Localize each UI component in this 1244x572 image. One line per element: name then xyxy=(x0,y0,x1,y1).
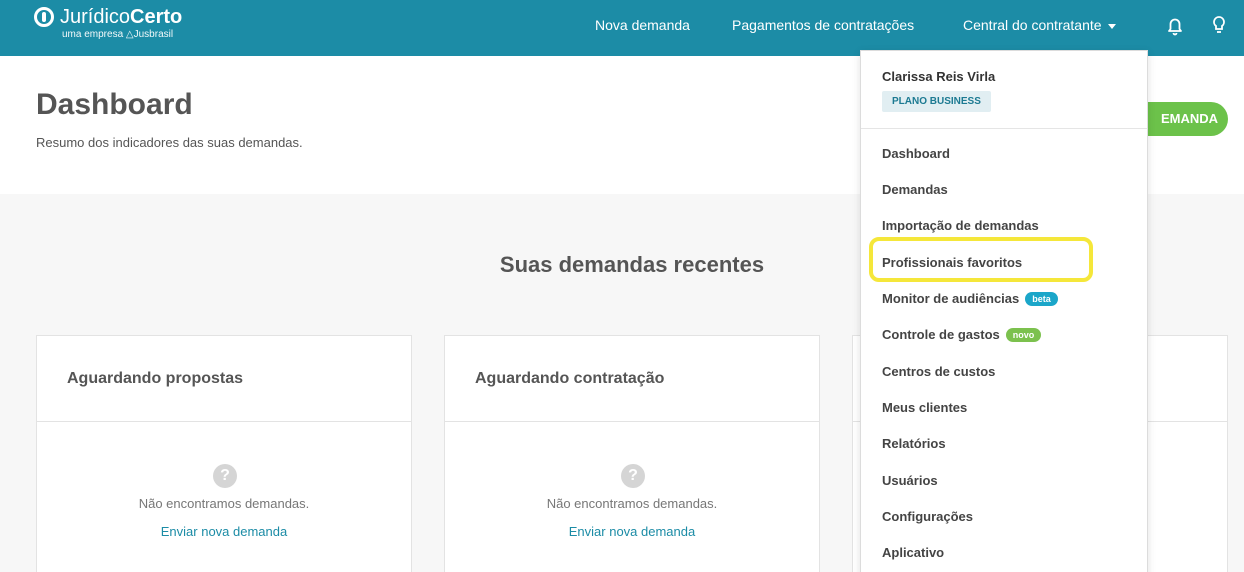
brand-name: JurídicoCerto xyxy=(60,6,183,28)
menu-item-hearings-monitor[interactable]: Monitor de audiências beta xyxy=(882,291,1058,306)
menu-item-reports[interactable]: Relatórios xyxy=(882,436,946,451)
menu-item-expense-control[interactable]: Controle de gastos novo xyxy=(882,327,1042,342)
top-navbar: JurídicoCerto uma empresa △Jusbrasil Nov… xyxy=(0,0,1244,56)
menu-item-settings[interactable]: Configurações xyxy=(882,509,973,524)
brand-tagline: uma empresa △Jusbrasil xyxy=(62,29,174,40)
brand-logo-icon xyxy=(34,7,54,27)
nav-central-label: Central do contratante xyxy=(963,17,1102,33)
page-subtitle: Resumo dos indicadores das suas demandas… xyxy=(36,135,303,150)
question-icon: ? xyxy=(621,464,645,488)
highlight-annotation xyxy=(869,237,1093,282)
menu-item-dashboard[interactable]: Dashboard xyxy=(882,146,950,161)
bell-icon[interactable] xyxy=(1163,14,1187,38)
nav-new-demand[interactable]: Nova demanda xyxy=(595,17,690,33)
menu-item-app[interactable]: Aplicativo xyxy=(882,545,944,560)
user-name: Clarissa Reis Virla xyxy=(882,69,996,84)
menu-item-label: Monitor de audiências xyxy=(882,291,1020,306)
new-badge: novo xyxy=(1005,327,1042,342)
jusbrasil-icon: △ xyxy=(125,29,134,40)
menu-item-import-demands[interactable]: Importação de demandas xyxy=(882,218,1039,233)
nav-central-contratante[interactable]: Central do contratante xyxy=(963,17,1116,33)
menu-item-users[interactable]: Usuários xyxy=(882,473,938,488)
card-title: Aguardando contratação xyxy=(445,336,819,422)
card-awaiting-proposals: Aguardando propostas ? Não encontramos d… xyxy=(36,335,412,572)
question-icon: ? xyxy=(213,464,237,488)
chevron-down-icon xyxy=(1107,23,1116,29)
card-awaiting-hiring: Aguardando contratação ? Não encontramos… xyxy=(444,335,820,572)
send-new-demand-link[interactable]: Enviar nova demanda xyxy=(445,524,819,539)
menu-item-demands[interactable]: Demandas xyxy=(882,182,948,197)
brand-logo[interactable]: JurídicoCerto uma empresa △Jusbrasil xyxy=(34,6,182,40)
card-title: Aguardando propostas xyxy=(37,336,411,422)
central-contratante-dropdown: Clarissa Reis Virla PLANO BUSINESS Dashb… xyxy=(860,50,1148,572)
plan-badge: PLANO BUSINESS xyxy=(882,91,991,112)
empty-message: Não encontramos demandas. xyxy=(138,496,310,511)
empty-message: Não encontramos demandas. xyxy=(546,496,718,511)
nav-payments[interactable]: Pagamentos de contratações xyxy=(732,17,914,33)
page-title: Dashboard xyxy=(36,88,193,121)
menu-item-my-clients[interactable]: Meus clientes xyxy=(882,400,967,415)
menu-item-cost-centers[interactable]: Centros de custos xyxy=(882,364,995,379)
lightbulb-icon[interactable] xyxy=(1210,14,1228,38)
divider xyxy=(861,128,1147,129)
beta-badge: beta xyxy=(1025,291,1058,306)
menu-item-label: Controle de gastos xyxy=(882,327,1000,342)
send-new-demand-link[interactable]: Enviar nova demanda xyxy=(37,524,411,539)
